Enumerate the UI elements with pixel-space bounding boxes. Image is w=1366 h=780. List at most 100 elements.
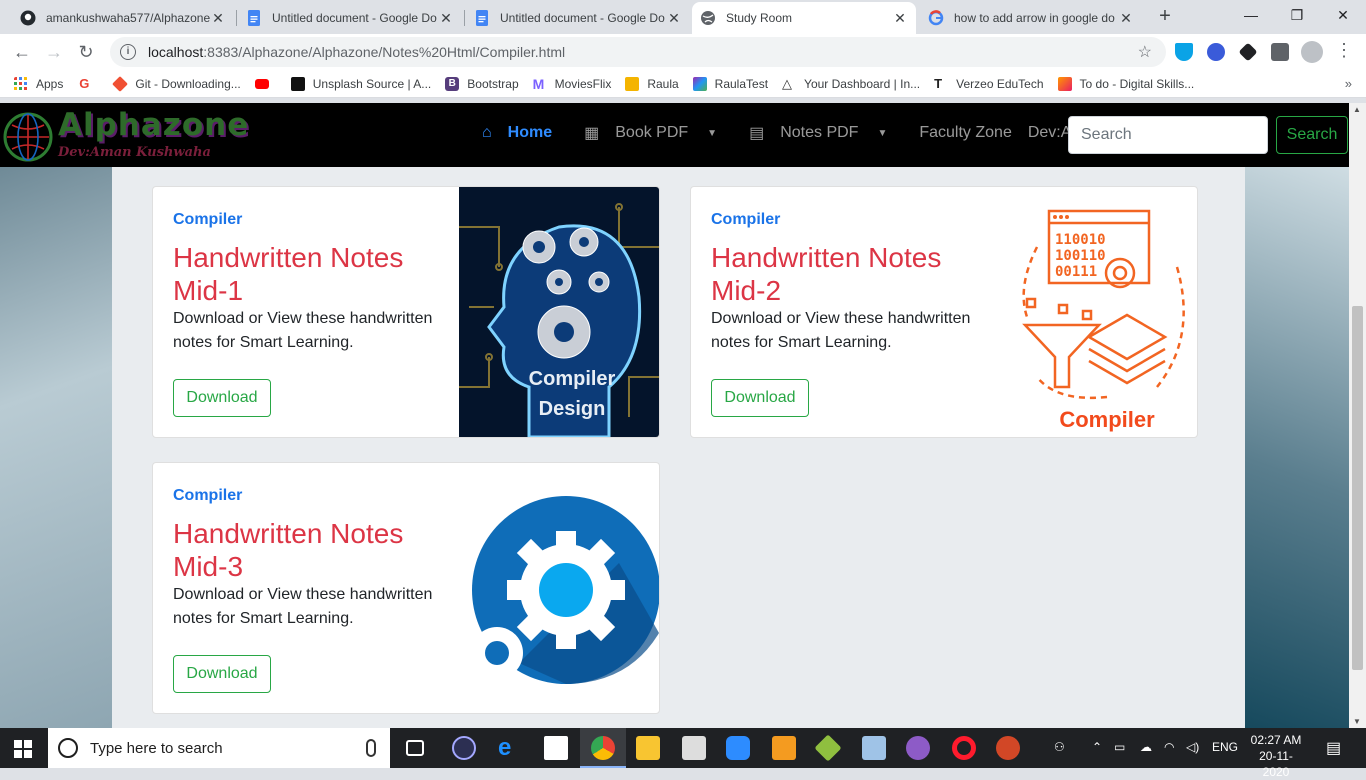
- background-right: [1245, 167, 1349, 728]
- book-icon: ▦: [584, 125, 600, 142]
- nav-home[interactable]: ⌂ Home: [482, 123, 568, 143]
- zoom-icon[interactable]: [726, 736, 750, 760]
- page-scrollbar[interactable]: ▲ ▼: [1349, 103, 1366, 728]
- nav-notes-label: Notes PDF: [780, 124, 859, 141]
- github-icon: [20, 10, 36, 26]
- nav-notes-pdf[interactable]: ▤ Notes PDF ▼: [749, 123, 903, 143]
- edge-icon[interactable]: e: [498, 736, 522, 760]
- close-tab-icon[interactable]: ✕: [892, 10, 908, 27]
- tab-title: Study Room: [726, 11, 793, 25]
- close-tab-icon[interactable]: ✕: [666, 10, 682, 27]
- site-info-icon[interactable]: i: [120, 44, 136, 60]
- system-clock[interactable]: 02:27 AM 20-11-2020: [1246, 732, 1306, 780]
- close-tab-icon[interactable]: ✕: [210, 10, 226, 27]
- google-icon: G: [79, 75, 90, 91]
- search-input[interactable]: Search: [1068, 116, 1268, 154]
- bootstrap-icon: B: [445, 76, 460, 91]
- opera-icon[interactable]: [952, 736, 976, 760]
- powerpoint-icon[interactable]: [996, 736, 1020, 760]
- image-caption: Compiler: [529, 368, 616, 390]
- scroll-down-arrow-icon[interactable]: ▼: [1353, 717, 1361, 726]
- binary-code-line: 110010: [1055, 232, 1106, 248]
- background-left: [0, 167, 112, 728]
- close-tab-icon[interactable]: ✕: [438, 10, 454, 27]
- maximize-button[interactable]: ❐: [1274, 0, 1320, 30]
- search-button[interactable]: Search: [1276, 116, 1348, 154]
- chevron-up-icon[interactable]: ⌃: [1092, 740, 1102, 754]
- bookmark-dashboard[interactable]: △ Your Dashboard | In...: [782, 76, 920, 91]
- bookmark-verzeo[interactable]: T Verzeo EduTech: [934, 76, 1043, 91]
- gear-settings-image: [459, 463, 659, 713]
- sublime-text-icon[interactable]: [772, 736, 796, 760]
- reload-button[interactable]: ↻: [72, 38, 100, 66]
- language-indicator[interactable]: ENG: [1212, 740, 1238, 754]
- browser-tab-gdoc-1[interactable]: Untitled document - Google Do ✕: [238, 2, 462, 34]
- paint-icon[interactable]: [682, 736, 706, 760]
- binary-code-line: 00111: [1055, 264, 1097, 280]
- address-bar[interactable]: i localhost:8383/Alphazone/Alphazone/Not…: [110, 37, 1166, 67]
- cloud-icon[interactable]: ☁: [1140, 740, 1152, 754]
- browser-tab-github[interactable]: amankushwaha577/Alphazone ✕: [12, 2, 234, 34]
- bookmark-moviesflix[interactable]: M MoviesFlix: [533, 77, 612, 91]
- bookmark-youtube[interactable]: [254, 78, 277, 89]
- browser-tab-study-room[interactable]: Study Room ✕: [692, 2, 916, 34]
- microphone-icon[interactable]: [366, 739, 376, 757]
- apps-grid-icon: [14, 76, 27, 90]
- home-icon: ⌂: [482, 124, 492, 141]
- scroll-up-arrow-icon[interactable]: ▲: [1353, 105, 1361, 114]
- extension-icon[interactable]: [1207, 43, 1225, 61]
- chrome-icon[interactable]: [591, 736, 615, 760]
- url-host: localhost: [148, 44, 204, 60]
- virtualbox-icon[interactable]: [814, 734, 842, 762]
- task-view-icon[interactable]: [406, 740, 424, 756]
- close-window-button[interactable]: ✕: [1320, 0, 1366, 30]
- brand-logo[interactable]: Alphazone Dev:Aman Kushwaha: [2, 107, 272, 163]
- image-caption: Compiler: [1059, 407, 1155, 432]
- nav-book-pdf[interactable]: ▦ Book PDF ▼: [584, 123, 733, 143]
- store-icon[interactable]: [544, 736, 568, 760]
- minimize-button[interactable]: —: [1228, 0, 1274, 30]
- download-button[interactable]: Download: [173, 379, 271, 417]
- profile-avatar[interactable]: [1301, 41, 1323, 63]
- download-button[interactable]: Download: [173, 655, 271, 693]
- bookmark-bootstrap[interactable]: B Bootstrap: [445, 76, 519, 91]
- notifications-icon[interactable]: ▤: [1326, 738, 1341, 758]
- bookmark-raulatest[interactable]: RaulaTest: [692, 76, 768, 91]
- windows-start-icon[interactable]: [14, 740, 32, 758]
- puzzle-extensions-icon[interactable]: [1271, 43, 1289, 61]
- browser-tab-google-search[interactable]: how to add arrow in google do ✕: [920, 2, 1142, 34]
- download-button[interactable]: Download: [711, 379, 809, 417]
- card-title: Handwritten Notes Mid-2: [711, 242, 942, 306]
- forward-button[interactable]: →: [40, 38, 68, 66]
- more-bookmarks-icon[interactable]: »: [1345, 76, 1352, 91]
- monitor-app-icon[interactable]: [862, 736, 886, 760]
- wifi-icon[interactable]: ◠: [1164, 740, 1174, 754]
- kebab-menu-icon[interactable]: ⋮: [1335, 40, 1353, 61]
- close-tab-icon[interactable]: ✕: [1118, 10, 1134, 27]
- people-icon[interactable]: ⚇: [1054, 740, 1065, 754]
- nav-faculty-zone[interactable]: Faculty Zone: [919, 123, 1011, 143]
- shield-extension-icon[interactable]: [1175, 43, 1193, 61]
- bookmark-apps[interactable]: Apps: [14, 76, 63, 91]
- taskbar-search-box[interactable]: Type here to search: [48, 728, 390, 768]
- card-text: Download or View these handwritten notes…: [711, 310, 971, 351]
- bookmark-google[interactable]: G: [77, 75, 99, 91]
- browser-tab-gdoc-2[interactable]: Untitled document - Google Do ✕: [466, 2, 690, 34]
- bookmark-todo[interactable]: To do - Digital Skills...: [1057, 76, 1194, 91]
- bookmark-label: Unsplash Source | A...: [312, 76, 432, 91]
- eclipse-icon[interactable]: [452, 736, 476, 760]
- file-explorer-icon[interactable]: [636, 736, 660, 760]
- bookmark-unsplash[interactable]: Unsplash Source | A...: [290, 76, 432, 91]
- scrollbar-thumb[interactable]: [1352, 306, 1363, 670]
- bookmark-raula[interactable]: Raula: [625, 76, 679, 91]
- battery-icon[interactable]: ▭: [1114, 740, 1125, 754]
- bookmark-git[interactable]: Git - Downloading...: [112, 75, 241, 92]
- bookmark-star-icon[interactable]: ☆: [1138, 42, 1152, 62]
- cat-app-icon[interactable]: [906, 736, 930, 760]
- new-tab-button[interactable]: +: [1153, 4, 1177, 28]
- volume-icon[interactable]: ◁): [1186, 740, 1199, 754]
- back-button[interactable]: ←: [8, 38, 36, 66]
- cube-extension-icon[interactable]: [1238, 42, 1258, 62]
- url-text[interactable]: localhost:8383/Alphazone/Alphazone/Notes…: [148, 44, 565, 60]
- raula-icon: [625, 76, 640, 91]
